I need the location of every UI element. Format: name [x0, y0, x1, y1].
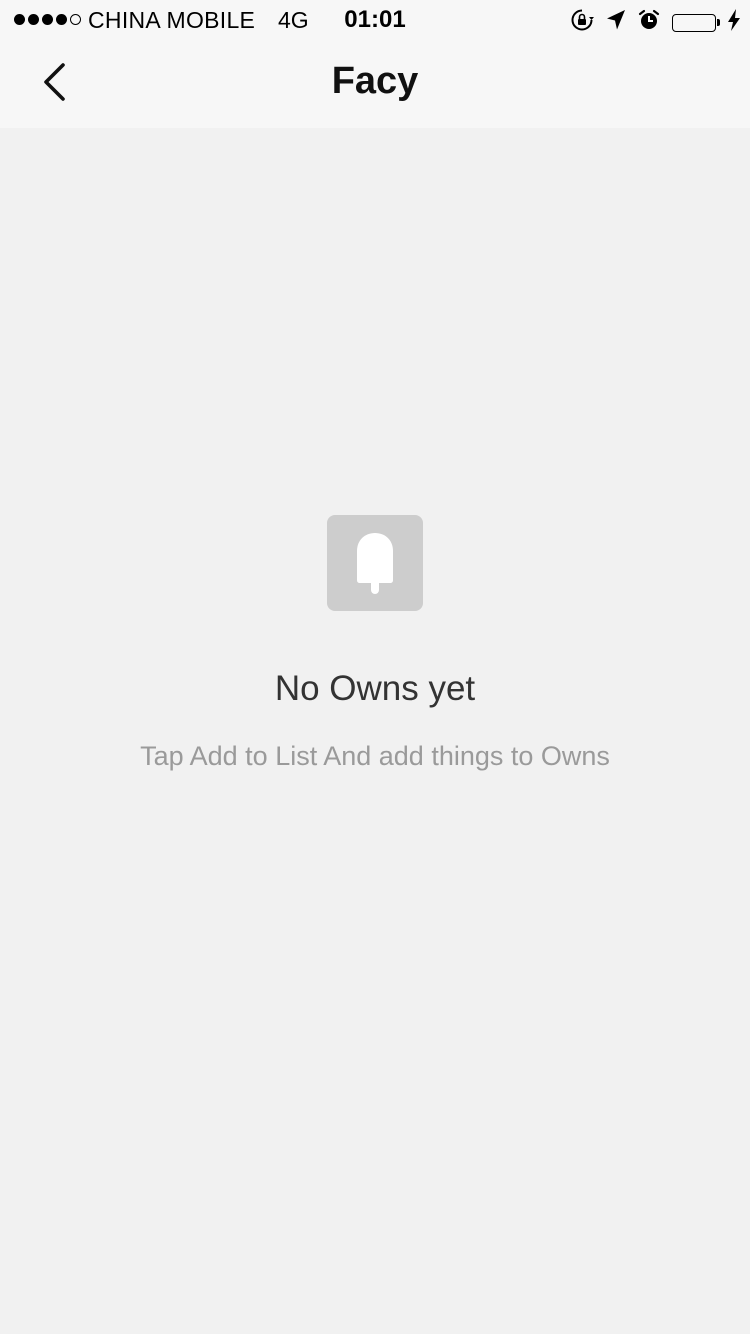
status-bar: CHINA MOBILE 4G 01:01 — [0, 0, 750, 40]
navigation-bar: Facy — [0, 40, 750, 128]
app-screen: CHINA MOBILE 4G 01:01 Facy No Owns yet T… — [0, 0, 750, 1334]
status-icons — [570, 8, 740, 37]
alarm-icon — [638, 9, 660, 36]
empty-state: No Owns yet Tap Add to List And add thin… — [0, 515, 750, 772]
rotation-lock-icon — [570, 8, 594, 37]
page-title: Facy — [331, 60, 419, 102]
charging-bolt-icon — [728, 9, 740, 36]
popsicle-icon — [327, 515, 423, 611]
empty-state-title: No Owns yet — [274, 669, 476, 708]
empty-state-subtitle: Tap Add to List And add things to Owns — [140, 741, 610, 771]
location-arrow-icon — [606, 9, 626, 36]
battery-icon — [672, 13, 720, 32]
